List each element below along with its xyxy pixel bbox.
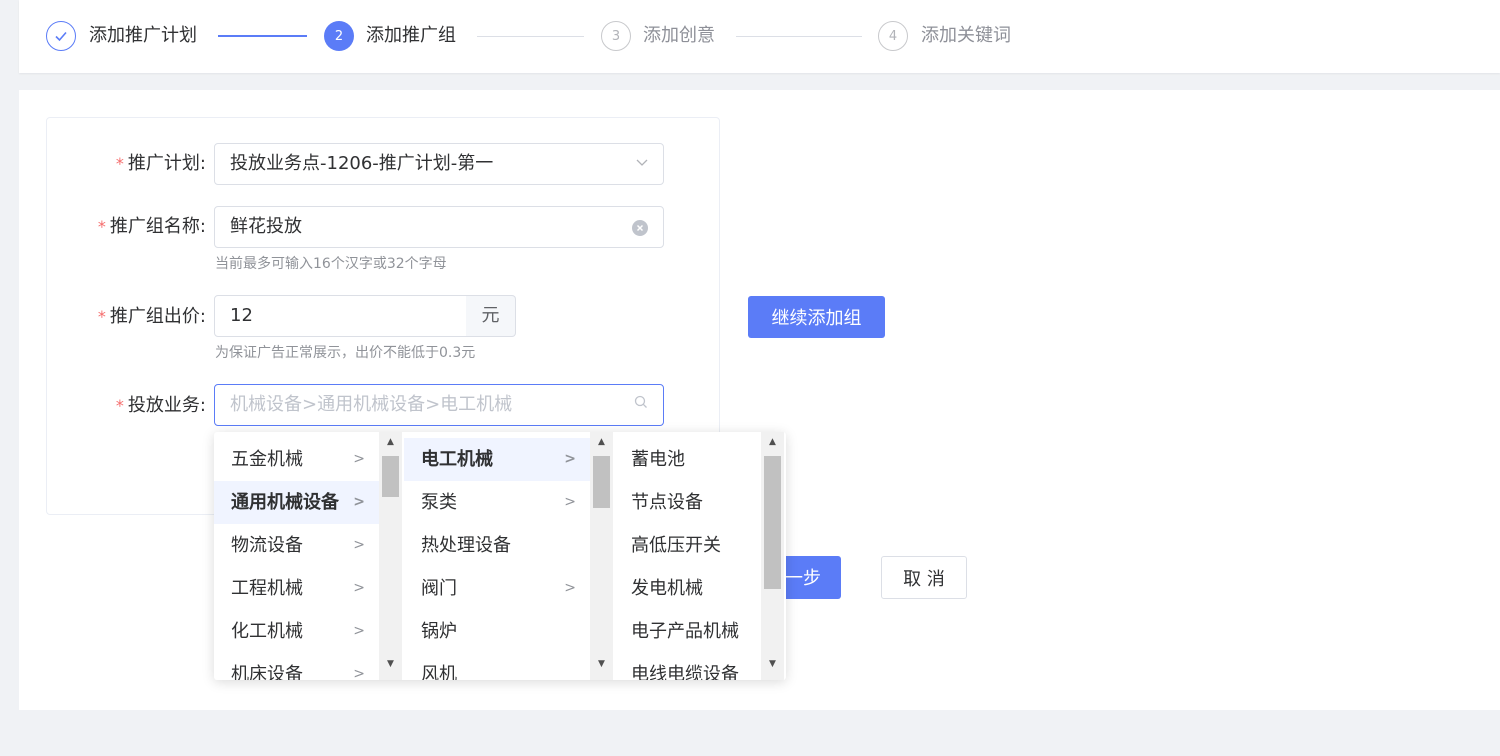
bid-label: * 推广组出价: (97, 306, 206, 327)
cascader-option-selected[interactable]: 电工机械 > (404, 438, 590, 481)
search-icon (633, 385, 649, 425)
cascader-option[interactable]: 节点设备 (614, 481, 761, 524)
cascader-option[interactable]: 蓄电池 (614, 438, 761, 481)
step-2-title: 添加推广组 (366, 25, 456, 46)
cascader-option[interactable]: 电线电缆设备 (614, 653, 761, 680)
scrollbar-column-1[interactable]: ▲ ▼ (379, 432, 402, 680)
step-connector-2 (477, 36, 584, 37)
chevron-right-icon: > (353, 623, 365, 639)
cascader-option[interactable]: 发电机械 (614, 567, 761, 610)
scroll-down-icon: ▼ (769, 659, 776, 669)
step-3-number: 3 (601, 21, 631, 51)
step-4-title: 添加关键词 (921, 25, 1011, 46)
plan-select[interactable]: 投放业务点-1206-推广计划-第一 (214, 143, 664, 185)
scroll-down-icon: ▼ (598, 659, 605, 669)
chevron-right-icon: > (564, 494, 576, 510)
chevron-right-icon: > (353, 451, 365, 467)
cascader-option[interactable]: 高低压开关 (614, 524, 761, 567)
plan-select-value: 投放业务点-1206-推广计划-第一 (230, 153, 494, 174)
cascader-dropdown: 五金机械 > 通用机械设备 > 物流设备 > 工程机械 > 化工机械 > 机床设备 > ▲ … (214, 432, 786, 680)
continue-add-group-button[interactable]: 继续添加组 (748, 296, 885, 338)
cascader-option[interactable]: 热处理设备 (404, 524, 590, 567)
business-placeholder: 机械设备>通用机械设备>电工机械 (230, 394, 513, 415)
required-mark: * (97, 217, 106, 236)
clear-icon[interactable] (632, 220, 648, 236)
chevron-down-icon (635, 144, 649, 184)
group-name-label: * 推广组名称: (97, 216, 206, 237)
scroll-thumb (382, 456, 399, 497)
bid-value: 12 (230, 305, 253, 326)
chevron-right-icon: > (353, 494, 365, 510)
chevron-right-icon: > (353, 666, 365, 680)
required-mark: * (115, 396, 124, 415)
cancel-button[interactable]: 取 消 (881, 556, 967, 599)
cascader-option-selected[interactable]: 通用机械设备 > (214, 481, 379, 524)
group-name-hint: 当前最多可输入16个汉字或32个字母 (215, 256, 447, 272)
step-3-title: 添加创意 (643, 25, 715, 46)
chevron-right-icon: > (353, 580, 365, 596)
cascader-option[interactable]: 化工机械 > (214, 610, 379, 653)
chevron-right-icon: > (353, 537, 365, 553)
step-1-title: 添加推广计划 (89, 25, 197, 46)
chevron-right-icon: > (564, 451, 576, 467)
plan-label: * 推广计划: (115, 153, 206, 174)
bid-hint: 为保证广告正常展示，出价不能低于0.3元 (215, 345, 476, 361)
scrollbar-column-2[interactable]: ▲ ▼ (590, 432, 613, 680)
step-4-number: 4 (878, 21, 908, 51)
cascader-option[interactable]: 电子产品机械 (614, 610, 761, 653)
scroll-up-icon: ▲ (387, 437, 394, 447)
step-connector-1 (218, 35, 307, 37)
scrollbar-column-3[interactable]: ▲ ▼ (761, 432, 784, 680)
cascader-option[interactable]: 工程机械 > (214, 567, 379, 610)
cascader-option[interactable]: 阀门 > (404, 567, 590, 610)
required-mark: * (97, 307, 106, 326)
scroll-up-icon: ▲ (598, 437, 605, 447)
cascader-column-1: 五金机械 > 通用机械设备 > 物流设备 > 工程机械 > 化工机械 > 机床设备 > (214, 432, 379, 680)
business-cascader-input[interactable]: 机械设备>通用机械设备>电工机械 (214, 384, 664, 426)
scroll-thumb (593, 456, 610, 508)
cascader-column-2: 电工机械 > 泵类 > 热处理设备 阀门 > 锅炉 风机 (404, 432, 590, 680)
group-name-value: 鲜花投放 (230, 216, 302, 237)
cascader-option[interactable]: 物流设备 > (214, 524, 379, 567)
cascader-option[interactable]: 锅炉 (404, 610, 590, 653)
bid-unit: 元 (466, 295, 516, 337)
chevron-right-icon: > (564, 580, 576, 596)
step-2-number: 2 (324, 21, 354, 51)
bid-input[interactable]: 12 (214, 295, 467, 337)
cascader-column-3: 蓄电池 节点设备 高低压开关 发电机械 电子产品机械 电线电缆设备 (614, 432, 761, 680)
step-1-check-icon (46, 21, 76, 51)
scroll-thumb (764, 456, 781, 589)
cascader-option[interactable]: 五金机械 > (214, 438, 379, 481)
scroll-up-icon: ▲ (769, 437, 776, 447)
cascader-option[interactable]: 泵类 > (404, 481, 590, 524)
cascader-option[interactable]: 风机 (404, 653, 590, 680)
required-mark: * (115, 154, 124, 173)
business-label: * 投放业务: (115, 395, 206, 416)
group-name-input[interactable]: 鲜花投放 (214, 206, 664, 248)
step-connector-3 (736, 36, 862, 37)
scroll-down-icon: ▼ (387, 659, 394, 669)
cascader-option[interactable]: 机床设备 > (214, 653, 379, 680)
